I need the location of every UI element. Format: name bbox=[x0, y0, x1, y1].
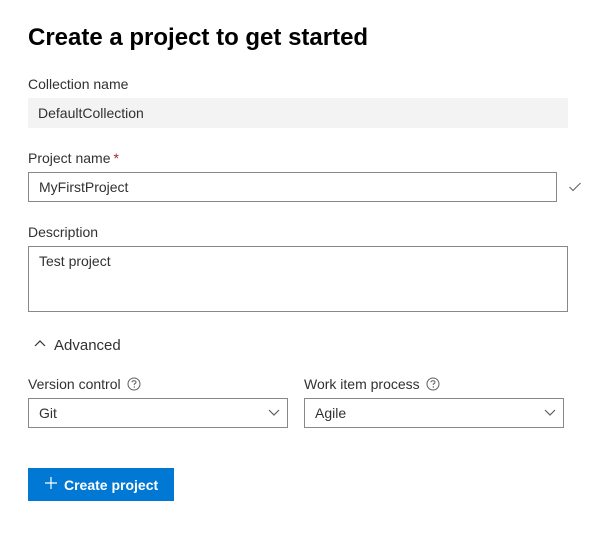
collection-name-label: Collection name bbox=[28, 76, 583, 92]
project-name-label: Project name* bbox=[28, 150, 583, 166]
work-item-process-select[interactable]: Agile bbox=[304, 398, 564, 428]
work-item-process-value: Agile bbox=[304, 398, 564, 428]
description-field: Description bbox=[28, 224, 583, 315]
plus-icon bbox=[44, 476, 64, 493]
advanced-toggle[interactable]: Advanced bbox=[34, 337, 121, 354]
version-control-field: Version control Git bbox=[28, 376, 288, 428]
create-project-label: Create project bbox=[64, 477, 158, 493]
work-item-process-label: Work item process bbox=[304, 376, 420, 392]
collection-name-field: Collection name DefaultCollection bbox=[28, 76, 583, 128]
version-control-value: Git bbox=[28, 398, 288, 428]
description-input[interactable] bbox=[28, 246, 568, 312]
advanced-label: Advanced bbox=[54, 337, 121, 354]
version-control-select[interactable]: Git bbox=[28, 398, 288, 428]
project-name-label-text: Project name bbox=[28, 150, 110, 166]
help-icon[interactable] bbox=[127, 377, 141, 391]
collection-name-value: DefaultCollection bbox=[28, 98, 568, 128]
help-icon[interactable] bbox=[426, 377, 440, 391]
required-indicator: * bbox=[113, 150, 118, 166]
version-control-label: Version control bbox=[28, 376, 121, 392]
project-name-input[interactable] bbox=[28, 172, 557, 202]
page-title: Create a project to get started bbox=[28, 24, 583, 52]
check-icon bbox=[567, 179, 583, 195]
description-label: Description bbox=[28, 224, 583, 240]
project-name-field: Project name* bbox=[28, 150, 583, 202]
chevron-up-icon bbox=[34, 337, 54, 354]
create-project-button[interactable]: Create project bbox=[28, 468, 174, 501]
work-item-process-field: Work item process Agile bbox=[304, 376, 564, 428]
